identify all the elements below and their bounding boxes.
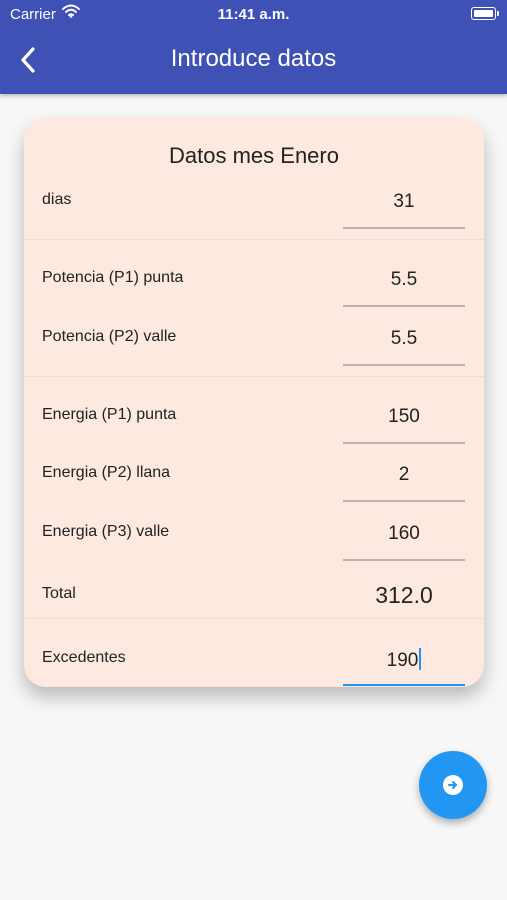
page-title: Introduce datos — [170, 45, 337, 72]
next-button[interactable] — [419, 751, 487, 819]
input-underline — [343, 442, 465, 444]
battery-icon — [471, 7, 499, 20]
energia-p3-value: 160 — [388, 523, 420, 544]
energia-p3-label: Energia (P3) valle — [42, 523, 170, 540]
excedentes-field-content: 190 — [343, 648, 465, 672]
energia-p2-label: Energia (P2) llana — [42, 464, 171, 481]
text-cursor — [419, 648, 422, 670]
potencia-p1-label: Potencia (P1) punta — [42, 269, 184, 286]
input-underline-focused — [343, 684, 465, 686]
card-title: Datos mes Enero — [169, 143, 339, 168]
clock: 11:41 a.m. — [217, 6, 290, 23]
input-underline — [343, 305, 465, 307]
potencia-p2-value: 5.5 — [390, 328, 418, 349]
potencia-p2-input[interactable]: 5.5 — [343, 328, 465, 366]
energia-p3-input[interactable]: 160 — [343, 523, 465, 561]
potencia-p1-value: 5.5 — [390, 269, 418, 290]
total-value: 312.0 — [375, 582, 433, 608]
energia-p1-value: 150 — [388, 406, 420, 427]
dias-input[interactable]: 31 — [343, 191, 465, 229]
input-underline — [343, 364, 465, 366]
section-divider — [24, 239, 484, 240]
input-underline — [343, 559, 465, 561]
section-divider — [24, 618, 484, 619]
status-bar: Carrier 11:41 a.m. — [0, 0, 507, 28]
arrow-right-circle-icon — [443, 775, 463, 795]
input-underline — [343, 500, 465, 502]
potencia-p2-label: Potencia (P2) valle — [42, 328, 177, 345]
total-label: Total — [42, 585, 76, 602]
energia-p1-label: Energia (P1) punta — [42, 406, 177, 423]
energia-p2-input[interactable]: 2 — [343, 464, 465, 502]
excedentes-input[interactable]: 190 — [343, 648, 465, 686]
data-form-card: Datos mes Enero dias 31 Potencia (P1) pu… — [24, 118, 484, 687]
energia-p2-value: 2 — [398, 464, 410, 485]
app-bar: Carrier 11:41 a.m. Introduce datos — [0, 0, 507, 94]
potencia-p1-input[interactable]: 5.5 — [343, 269, 465, 307]
excedentes-value: 190 — [386, 650, 419, 671]
excedentes-label: Excedentes — [42, 649, 126, 666]
energia-p1-input[interactable]: 150 — [343, 406, 465, 444]
input-underline — [343, 227, 465, 229]
dias-label: dias — [42, 191, 72, 208]
dias-value: 31 — [393, 191, 415, 212]
section-divider — [24, 376, 484, 377]
